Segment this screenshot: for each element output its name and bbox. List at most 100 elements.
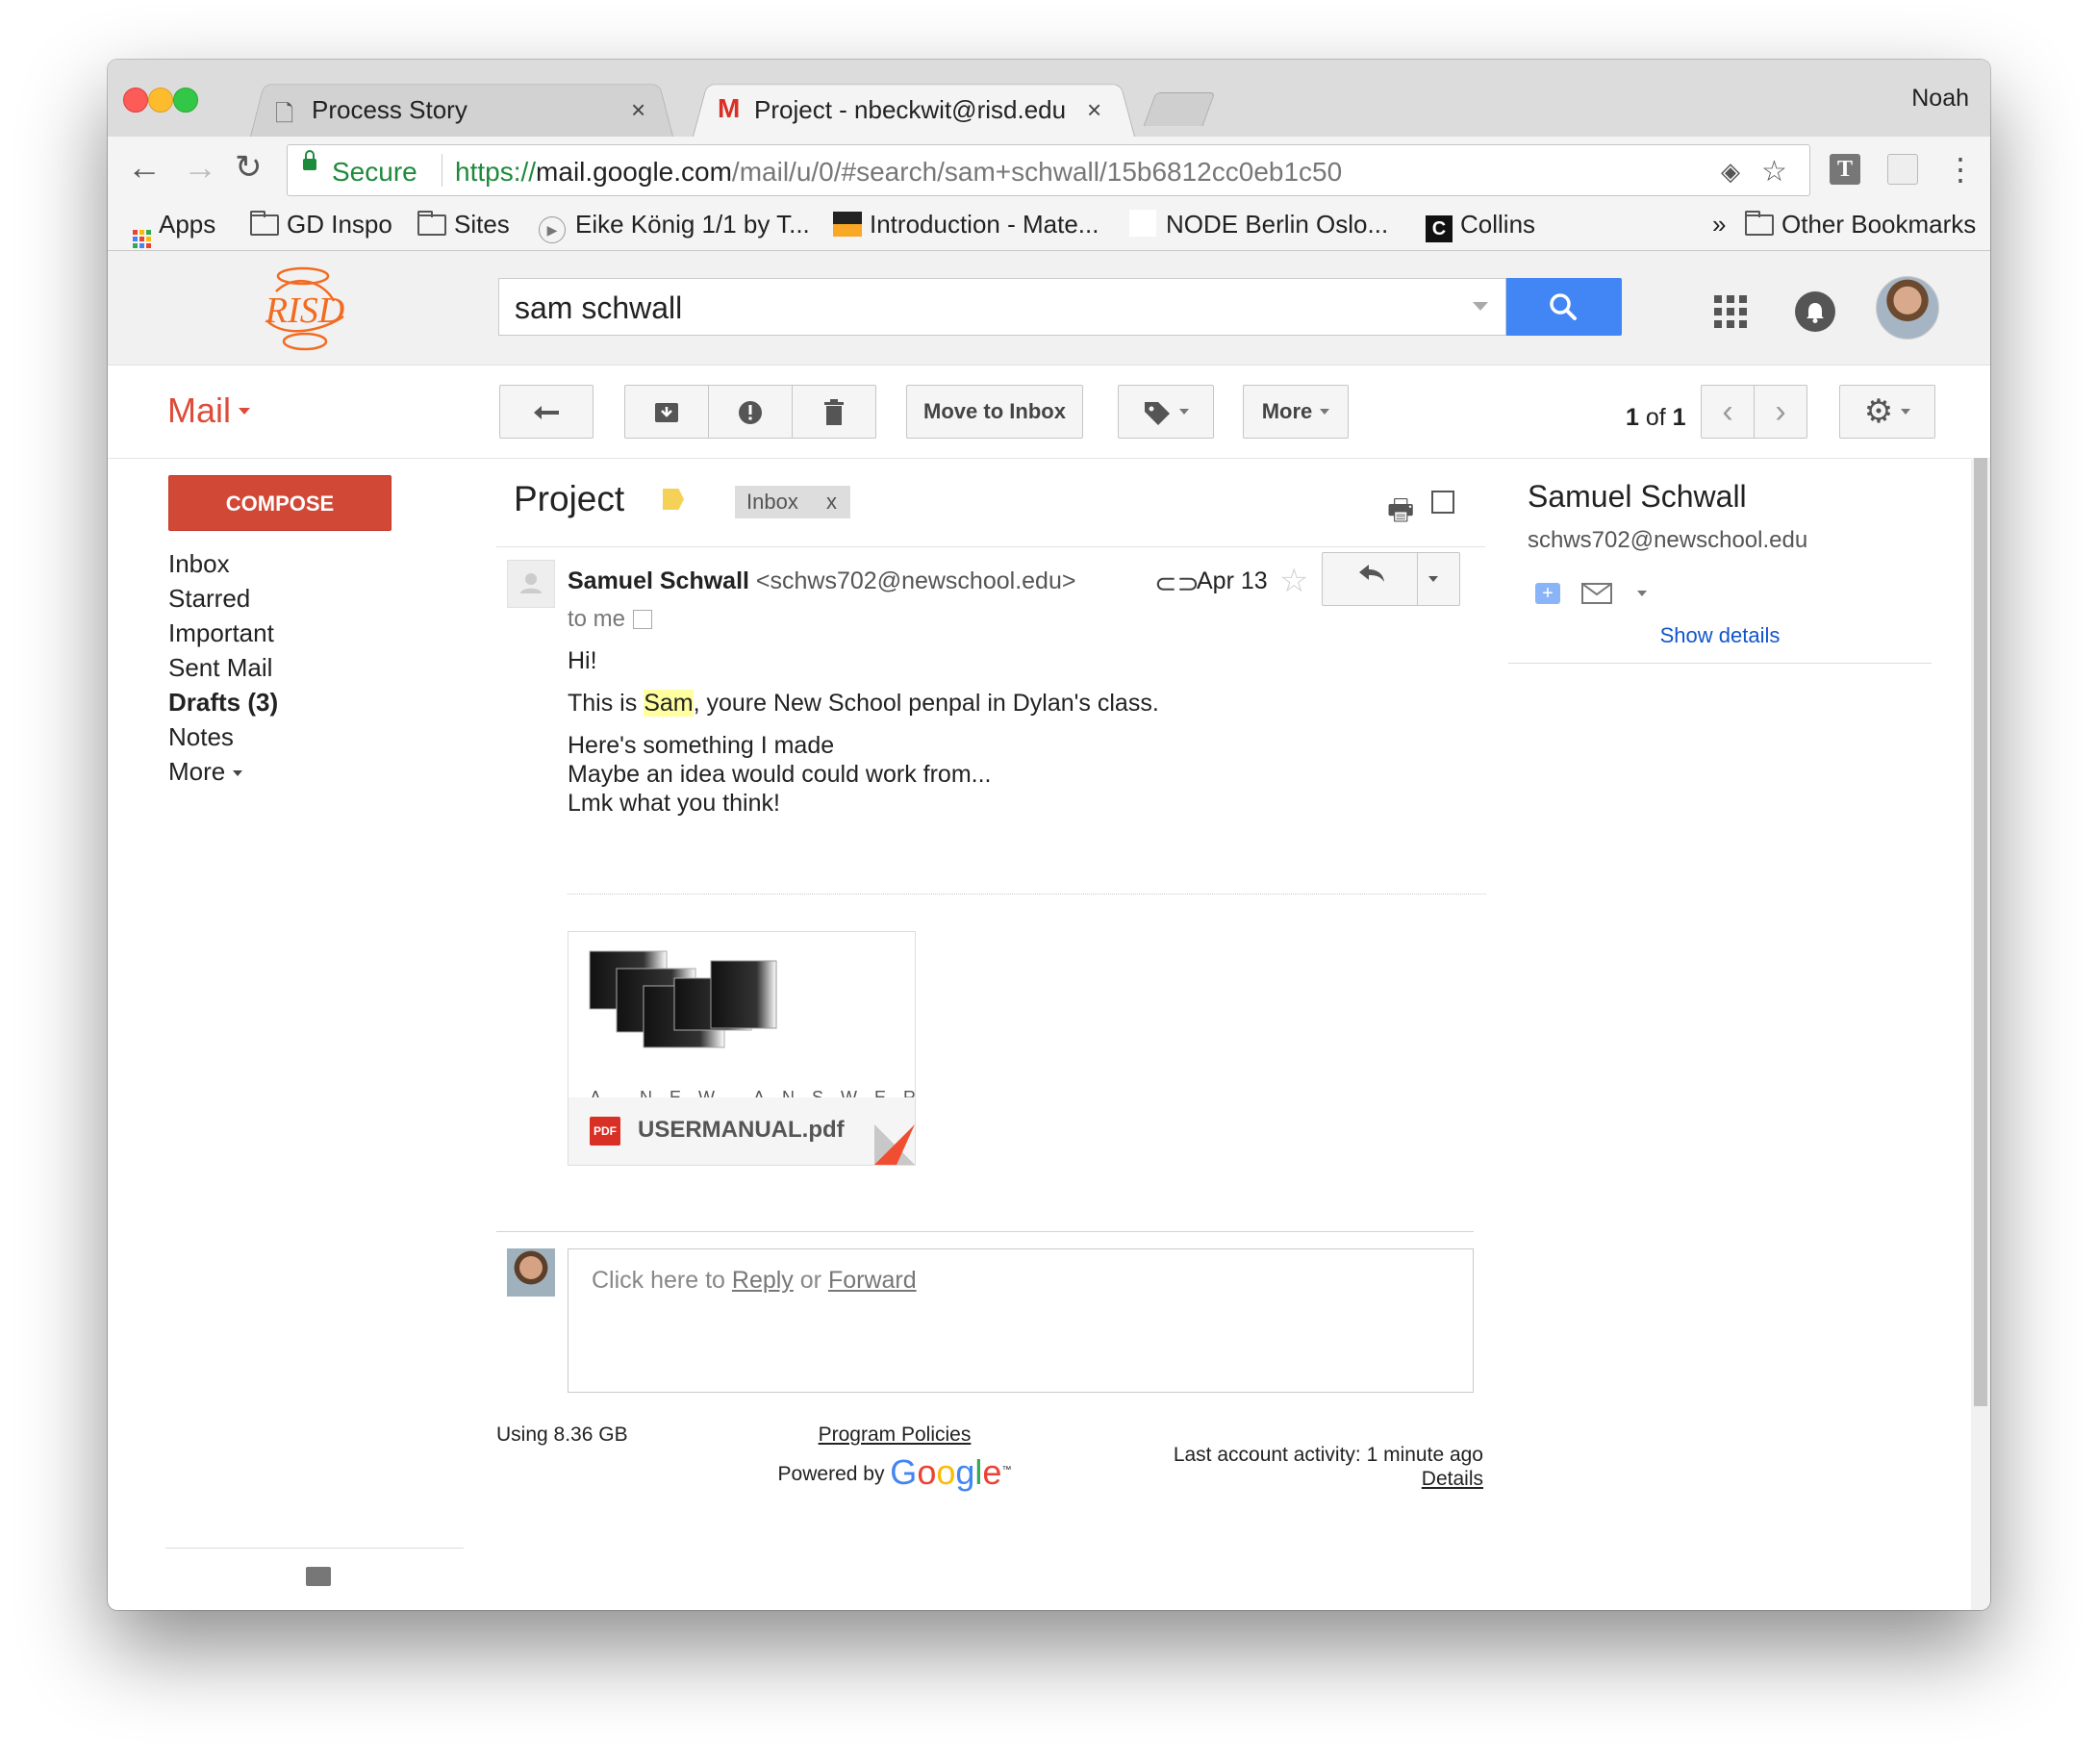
- caret-down-icon: [233, 770, 243, 776]
- account-activity: Last account activity: 1 minute ago Deta…: [1137, 1443, 1483, 1491]
- body-line-4: Lmk what you think!: [568, 790, 780, 817]
- more-options-caret-icon[interactable]: [1428, 576, 1438, 582]
- move-to-inbox-button[interactable]: Move to Inbox: [906, 385, 1083, 439]
- star-icon[interactable]: ☆: [1279, 562, 1308, 600]
- show-details-link[interactable]: Show details: [1508, 623, 1932, 648]
- older-button[interactable]: ›: [1754, 385, 1807, 439]
- print-icon[interactable]: 🖶: [1387, 489, 1414, 538]
- chevron-left-icon: ‹: [1722, 393, 1733, 430]
- importance-marker-icon[interactable]: [663, 489, 684, 510]
- hangouts-chat-icon[interactable]: [306, 1567, 331, 1586]
- bookmark-apps[interactable]: Apps: [133, 210, 215, 248]
- reply-icon[interactable]: [1357, 563, 1386, 589]
- storage-usage: Using 8.36 GB: [496, 1424, 628, 1446]
- search-input[interactable]: sam schwall: [498, 278, 1506, 336]
- bookmark-other-bookmarks[interactable]: Other Bookmarks: [1745, 210, 1976, 239]
- address-bar[interactable]: Secure https://mail.google.com/mail/u/0/…: [287, 144, 1810, 196]
- email-envelope-icon[interactable]: [1581, 583, 1612, 609]
- back-icon[interactable]: ←: [127, 150, 162, 185]
- bookmark-star-icon[interactable]: ☆: [1761, 155, 1787, 189]
- attachment-card[interactable]: A NEW ANSWER PDF USERMANUAL.pdf: [568, 931, 916, 1166]
- nav-more-label: More: [168, 757, 226, 786]
- mail-label: Mail: [167, 391, 232, 430]
- more-actions-button[interactable]: More: [1243, 385, 1349, 439]
- forward-link[interactable]: Forward: [828, 1267, 917, 1294]
- page-action-icon[interactable]: ◈: [1721, 157, 1740, 187]
- bookmark-gd-inspo[interactable]: GD Inspo: [250, 210, 392, 239]
- nav-starred[interactable]: Starred: [168, 581, 278, 616]
- gear-icon: ⚙: [1863, 393, 1894, 430]
- settings-button[interactable]: ⚙: [1839, 385, 1935, 439]
- bookmark-introduction-material[interactable]: Introduction - Mate...: [833, 210, 1099, 239]
- menu-kebab-icon[interactable]: ⋮: [1945, 152, 1976, 187]
- compose-button[interactable]: COMPOSE: [168, 475, 392, 531]
- bookmark-node-berlin[interactable]: NODE Berlin Oslo...: [1129, 210, 1388, 239]
- close-tab-icon[interactable]: ×: [1087, 95, 1101, 125]
- sender-line[interactable]: Samuel Schwall <schws702@newschool.edu>: [568, 567, 1075, 595]
- nav-inbox[interactable]: Inbox: [168, 546, 278, 581]
- google-apps-icon[interactable]: [1714, 295, 1747, 328]
- open-in-new-window-icon[interactable]: [1431, 491, 1454, 514]
- url-text[interactable]: https://mail.google.com/mail/u/0/#search…: [455, 157, 1342, 188]
- archive-button[interactable]: [624, 385, 709, 439]
- notifications-bell-icon[interactable]: [1795, 291, 1835, 332]
- risd-logo[interactable]: RISD: [257, 263, 353, 353]
- sender-avatar: [507, 560, 555, 608]
- newer-button[interactable]: ‹: [1701, 385, 1755, 439]
- scrollbar-thumb[interactable]: [1974, 458, 1987, 1406]
- nav-notes[interactable]: Notes: [168, 719, 278, 754]
- caret-down-icon: [1179, 409, 1189, 415]
- search-button[interactable]: [1506, 278, 1622, 336]
- counter-total: 1: [1672, 404, 1686, 431]
- nav-more[interactable]: More: [168, 754, 278, 789]
- new-tab-button[interactable]: [1143, 92, 1216, 126]
- bookmark-label: Other Bookmarks: [1781, 210, 1977, 239]
- divider: [496, 1231, 1474, 1232]
- nav-drafts[interactable]: Drafts (3): [168, 685, 278, 719]
- forward-icon[interactable]: →: [183, 150, 217, 185]
- back-to-search-button[interactable]: [499, 385, 594, 439]
- more-label: More: [1261, 399, 1313, 423]
- bookmark-eike-konig[interactable]: ▶ Eike König 1/1 by T...: [539, 210, 810, 243]
- profile-name[interactable]: Noah: [1911, 85, 1969, 113]
- bookmark-label: Introduction - Mate...: [870, 210, 1099, 239]
- bookmark-sites[interactable]: Sites: [417, 210, 510, 239]
- play-icon: ▶: [539, 216, 566, 243]
- minimize-window-button[interactable]: [148, 88, 173, 113]
- extension-notes-icon[interactable]: [1887, 154, 1918, 185]
- caret-down-icon: [239, 408, 251, 415]
- bookmarks-overflow-chevron[interactable]: »: [1712, 210, 1726, 239]
- reply-link[interactable]: Reply: [732, 1267, 794, 1294]
- maximize-window-button[interactable]: [173, 88, 198, 113]
- nav-sent-mail[interactable]: Sent Mail: [168, 650, 278, 685]
- thread-subject: Project: [514, 479, 625, 518]
- remove-label-icon[interactable]: x: [826, 486, 837, 518]
- counter-of: of: [1645, 404, 1666, 431]
- extension-t-icon[interactable]: T: [1830, 154, 1860, 185]
- tab-process-story[interactable]: 🗋 Process Story ×: [250, 80, 673, 137]
- search-options-caret-icon[interactable]: [1473, 302, 1488, 311]
- account-avatar[interactable]: [1876, 276, 1939, 340]
- tab-gmail-project[interactable]: M Project - nbeckwit@risd.edu - ×: [693, 80, 1135, 137]
- program-policies-link[interactable]: Program Policies: [702, 1424, 1087, 1447]
- labels-button[interactable]: [1118, 385, 1214, 439]
- nav-important[interactable]: Important: [168, 616, 278, 650]
- delete-button[interactable]: [792, 385, 876, 439]
- close-window-button[interactable]: [123, 88, 148, 113]
- reply-forward-box[interactable]: Click here to Reply or Forward: [568, 1248, 1474, 1393]
- my-avatar: [507, 1248, 555, 1297]
- bookmark-collins[interactable]: C Collins: [1426, 210, 1535, 242]
- report-spam-button[interactable]: [708, 385, 793, 439]
- caret-down-icon[interactable]: [1637, 591, 1647, 596]
- message-body: Hi! This is Sam, youre New School penpal…: [568, 646, 1159, 818]
- reload-icon[interactable]: ↻: [235, 150, 263, 185]
- sender-name: Samuel Schwall: [568, 567, 749, 594]
- close-tab-icon[interactable]: ×: [631, 95, 645, 125]
- tab-title: Process Story: [312, 95, 467, 124]
- activity-details-link[interactable]: Details: [1137, 1467, 1483, 1491]
- show-details-dropdown-icon[interactable]: [633, 610, 653, 629]
- footer-center: Program Policies Powered by Google™: [702, 1424, 1087, 1493]
- mail-dropdown[interactable]: Mail: [167, 391, 251, 431]
- hangouts-add-icon[interactable]: +: [1535, 583, 1560, 604]
- powered-by: Powered by Google™: [702, 1452, 1087, 1493]
